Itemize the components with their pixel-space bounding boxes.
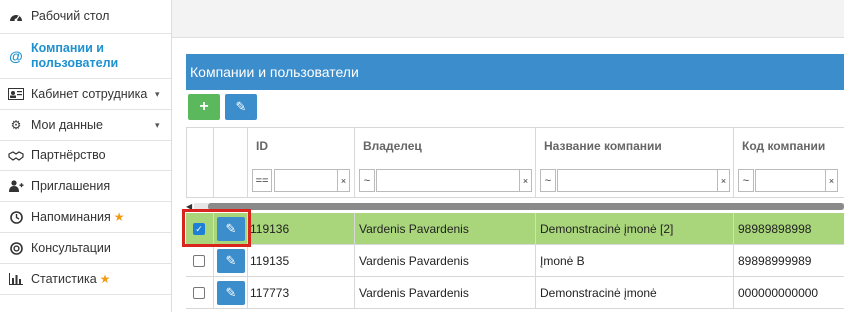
row-checkbox[interactable]: ✓ — [193, 223, 205, 235]
sidebar-item-partnership[interactable]: Партнёрство — [0, 141, 171, 171]
row-checkbox[interactable] — [193, 287, 205, 299]
sidebar-item-label: Мои данные — [31, 117, 103, 132]
sidebar-item-invitations[interactable]: Приглашения — [0, 171, 171, 202]
cell-owner: Vardenis Pavardenis — [355, 213, 536, 245]
sidebar-item-label: Напоминания — [31, 209, 111, 224]
user-plus-icon — [7, 179, 25, 193]
table-row[interactable]: ✎ 117773 Vardenis Pavardenis Demonstraci… — [186, 277, 844, 309]
cell-company-name: Demonstracinė įmonė [2] — [536, 213, 734, 245]
cell-id: 117773 — [248, 277, 355, 309]
cell-owner: Vardenis Pavardenis — [355, 245, 536, 277]
filter-operator[interactable]: ~ — [359, 169, 375, 192]
panel-title: Компании и пользователи — [186, 54, 844, 90]
filter-operator[interactable]: ~ — [738, 169, 754, 192]
sidebar-item-statistics[interactable]: Статистика ★ — [0, 264, 171, 295]
handshake-icon — [7, 149, 25, 163]
plus-icon: + — [199, 98, 209, 115]
row-action-cell: ✎ — [214, 213, 248, 245]
add-button[interactable]: + — [188, 94, 220, 120]
header-company-code[interactable]: Код компании — [734, 127, 844, 165]
sidebar-item-label: Приглашения — [31, 178, 111, 193]
cell-owner: Vardenis Pavardenis — [355, 277, 536, 309]
header-action-column — [214, 127, 248, 165]
clear-filter-icon[interactable]: × — [338, 169, 350, 192]
life-ring-icon — [7, 241, 25, 255]
chevron-down-icon: ▾ — [155, 88, 160, 99]
clock-icon — [7, 210, 25, 224]
row-select-cell: ✓ — [186, 213, 214, 245]
star-icon: ★ — [99, 272, 111, 286]
filter-operator[interactable]: ~ — [540, 169, 556, 192]
sidebar-item-label: Компании и пользователи — [31, 41, 119, 70]
row-select-cell — [186, 277, 214, 309]
header-company-name[interactable]: Название компании — [536, 127, 734, 165]
filter-cell-empty — [186, 164, 214, 198]
sidebar-item-label: Партнёрство — [31, 148, 106, 162]
clear-filter-icon[interactable]: × — [826, 169, 838, 192]
sidebar-item-employee-cabinet[interactable]: Кабинет сотрудника ▾ — [0, 79, 171, 110]
top-bar — [172, 0, 844, 38]
pencil-icon: ✎ — [235, 99, 247, 114]
filter-company-code-input[interactable] — [755, 169, 826, 192]
cell-id: 119136 — [248, 213, 355, 245]
filter-id-input[interactable] — [274, 169, 338, 192]
edit-row-button[interactable]: ✎ — [217, 249, 245, 273]
clear-filter-icon[interactable]: × — [520, 169, 532, 192]
filter-owner-input[interactable] — [376, 169, 520, 192]
cell-company-code: 000000000000 — [738, 286, 819, 300]
scroll-left-arrow-icon[interactable]: ◀ — [186, 202, 192, 211]
row-checkbox[interactable] — [193, 255, 205, 267]
cell-company-name: Įmonė B — [536, 245, 734, 277]
sidebar-item-dashboard[interactable]: Рабочий стол — [0, 0, 171, 34]
edit-row-button[interactable]: ✎ — [217, 281, 245, 305]
sidebar-item-label: Кабинет сотрудника — [31, 86, 148, 101]
pencil-icon: ✎ — [225, 253, 237, 268]
filter-company-code: ~ × — [734, 164, 844, 198]
horizontal-scrollbar[interactable] — [194, 203, 844, 210]
cell-company-code: 89898999989 — [738, 254, 812, 268]
id-card-icon — [7, 87, 25, 101]
row-action-cell: ✎ — [214, 277, 248, 309]
sidebar-item-my-data[interactable]: ⚙ Мои данные ▾ — [0, 110, 171, 141]
sidebar-item-label: Статистика — [31, 271, 97, 286]
filter-company-name-input[interactable] — [557, 169, 718, 192]
edit-button[interactable]: ✎ — [225, 94, 257, 120]
clear-filter-icon[interactable]: × — [718, 169, 730, 192]
sidebar-item-companies-users[interactable]: @ Компании и пользователи — [0, 34, 171, 79]
star-icon: ★ — [113, 210, 125, 224]
at-icon: @ — [9, 48, 23, 64]
pencil-icon: ✎ — [225, 285, 237, 300]
table-row[interactable]: ✎ 119135 Vardenis Pavardenis Įmonė B 898… — [186, 245, 844, 277]
filter-cell-empty — [214, 164, 248, 198]
filter-owner: ~ × — [355, 164, 536, 198]
header-id[interactable]: ID — [248, 127, 355, 165]
edit-row-button[interactable]: ✎ — [217, 217, 245, 241]
dashboard-icon — [7, 10, 25, 24]
gears-icon: ⚙ — [10, 118, 22, 132]
pencil-icon: ✎ — [225, 221, 237, 236]
bar-chart-icon — [7, 272, 25, 286]
chevron-down-icon: ▾ — [155, 119, 160, 130]
sidebar: Рабочий стол @ Компании и пользователи К… — [0, 0, 172, 312]
row-action-cell: ✎ — [214, 245, 248, 277]
filter-operator[interactable]: == — [252, 169, 272, 192]
filter-company-name: ~ × — [536, 164, 734, 198]
filter-id: == × — [248, 164, 355, 198]
table-row[interactable]: ✓ ✎ 119136 Vardenis Pavardenis Demonstra… — [186, 213, 844, 245]
cell-id: 119135 — [248, 245, 355, 277]
cell-company-code: 98989898998 — [738, 222, 812, 236]
header-select-column — [186, 127, 214, 165]
sidebar-item-label: Консультации — [31, 240, 111, 255]
scrollbar-thumb[interactable] — [208, 203, 844, 210]
sidebar-item-consultations[interactable]: Консультации — [0, 233, 171, 264]
sidebar-item-label: Рабочий стол — [31, 9, 110, 23]
header-owner[interactable]: Владелец — [355, 127, 536, 165]
row-select-cell — [186, 245, 214, 277]
sidebar-item-reminders[interactable]: Напоминания ★ — [0, 202, 171, 233]
cell-company-name: Demonstracinė įmonė — [536, 277, 734, 309]
